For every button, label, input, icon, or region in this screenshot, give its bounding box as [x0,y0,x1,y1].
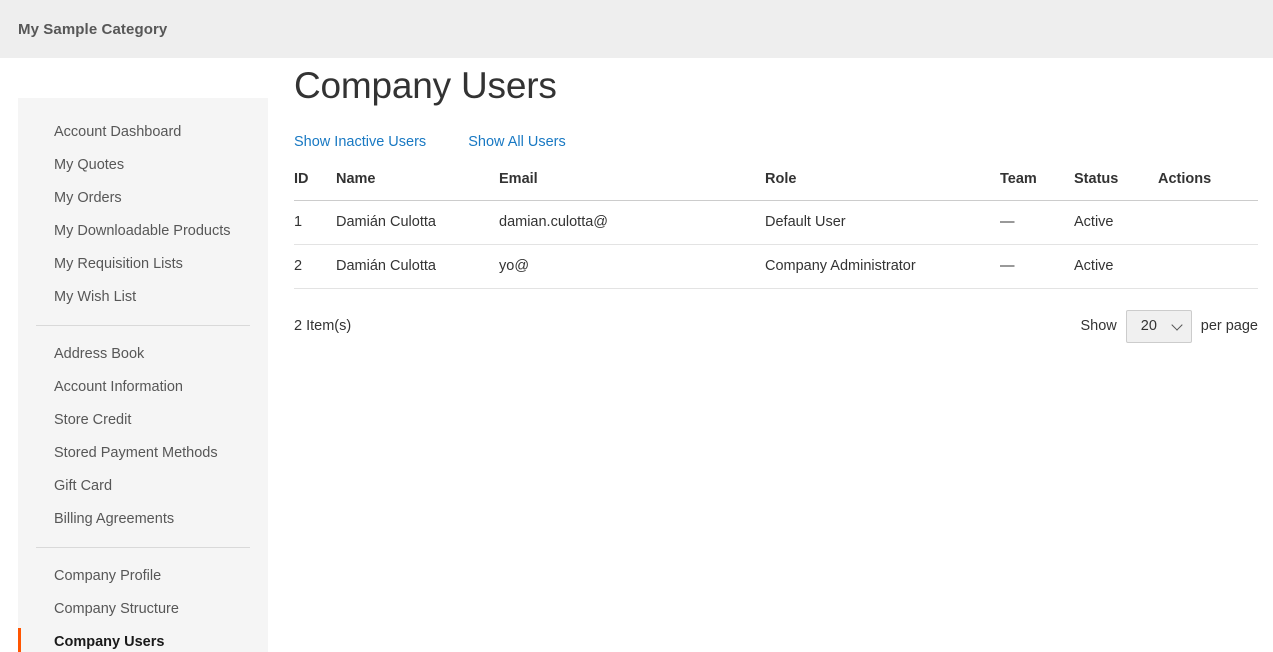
column-header-id: ID [294,170,336,201]
per-page-limiter: Show 20 per page [1080,309,1258,343]
sidebar-item-billing-agreements[interactable]: Billing Agreements [18,503,268,536]
cell-actions[interactable] [1158,244,1258,289]
show-inactive-users-link[interactable]: Show Inactive Users [294,134,426,150]
sidebar-item-account-dashboard[interactable]: Account Dashboard [18,116,268,149]
table-row: 2 Damián Culotta yo@ Company Administrat… [294,244,1258,289]
column-header-team: Team [1000,170,1074,201]
sidebar-item-my-orders[interactable]: My Orders [18,182,268,215]
sidebar-item-company-profile[interactable]: Company Profile [18,560,268,593]
sidebar-divider-2 [36,547,250,548]
sidebar-group-company: Company Profile Company Structure Compan… [18,560,268,652]
item-count-label: 2 Item(s) [294,318,352,335]
table-head: ID Name Email Role Team Status Actions [294,170,1258,201]
category-title: My Sample Category [18,20,168,38]
sidebar-item-company-structure[interactable]: Company Structure [18,593,268,626]
sidebar-group-account: Account Dashboard My Quotes My Orders My… [18,116,268,314]
sidebar-item-my-downloadable-products[interactable]: My Downloadable Products [18,215,268,248]
cell-status: Active [1074,200,1158,245]
column-header-email: Email [499,170,765,201]
table-header-row: ID Name Email Role Team Status Actions [294,170,1258,201]
cell-id: 2 [294,244,336,289]
cell-email: yo@ [499,244,765,289]
cell-actions[interactable] [1158,200,1258,245]
table-row: 1 Damián Culotta damian.culotta@ Default… [294,200,1258,245]
show-all-users-link[interactable]: Show All Users [468,134,566,150]
chevron-down-icon [1171,319,1183,331]
page-body: Account Dashboard My Quotes My Orders My… [0,58,1273,652]
sidebar-item-gift-card[interactable]: Gift Card [18,470,268,503]
column-header-actions: Actions [1158,170,1258,201]
page-title: Company Users [294,65,557,106]
per-page-value: 20 [1140,318,1157,335]
cell-email: damian.culotta@ [499,200,765,245]
company-users-table: ID Name Email Role Team Status Actions 1… [294,170,1258,289]
sidebar-divider-1 [36,325,250,326]
column-header-status: Status [1074,170,1158,201]
column-header-role: Role [765,170,1000,201]
user-filter-links: Show Inactive Users Show All Users [294,134,1258,150]
main-content: Company Users Show Inactive Users Show A… [294,58,1258,343]
show-label: Show [1080,318,1117,335]
sidebar-item-account-information[interactable]: Account Information [18,371,268,404]
sidebar-item-my-wish-list[interactable]: My Wish List [18,281,268,314]
account-sidebar-nav: Account Dashboard My Quotes My Orders My… [18,98,268,652]
table-body: 1 Damián Culotta damian.culotta@ Default… [294,200,1258,289]
cell-team: — [1000,244,1074,289]
sidebar-item-stored-payment-methods[interactable]: Stored Payment Methods [18,437,268,470]
cell-role: Company Administrator [765,244,1000,289]
cell-status: Active [1074,244,1158,289]
cell-team: — [1000,200,1074,245]
cell-name: Damián Culotta [336,244,499,289]
column-header-name: Name [336,170,499,201]
sidebar-group-settings: Address Book Account Information Store C… [18,338,268,536]
sidebar-item-my-requisition-lists[interactable]: My Requisition Lists [18,248,268,281]
category-header-band: My Sample Category [0,0,1273,58]
per-page-label: per page [1200,318,1258,335]
sidebar-item-company-users[interactable]: Company Users [18,626,268,652]
table-toolbar: 2 Item(s) Show 20 per page [294,309,1258,343]
cell-id: 1 [294,200,336,245]
sidebar-item-store-credit[interactable]: Store Credit [18,404,268,437]
sidebar-item-my-quotes[interactable]: My Quotes [18,149,268,182]
sidebar-item-address-book[interactable]: Address Book [18,338,268,371]
per-page-select[interactable]: 20 [1125,309,1192,343]
cell-name: Damián Culotta [336,200,499,245]
cell-role: Default User [765,200,1000,245]
